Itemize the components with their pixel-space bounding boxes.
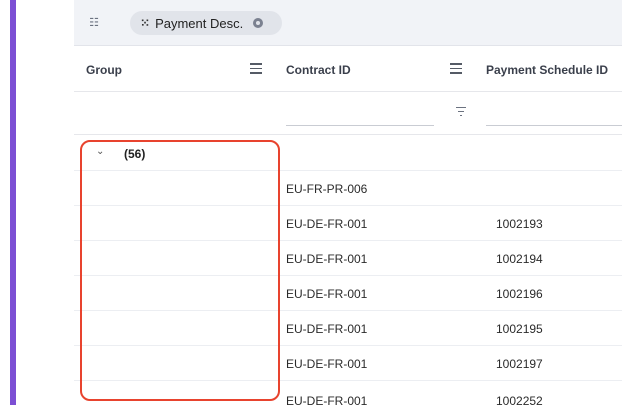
header-payment-schedule-id[interactable]: Payment Schedule ID bbox=[486, 47, 608, 92]
table-row[interactable]: EU-DE-FR-001 1002194 bbox=[74, 241, 622, 276]
table-row[interactable]: EU-DE-FR-001 1002196 bbox=[74, 276, 622, 311]
contract-id-cell: EU-DE-FR-001 bbox=[286, 356, 368, 371]
payment-schedule-id-cell: 1002197 bbox=[496, 356, 543, 371]
drag-grip-icon[interactable]: ⁙ bbox=[140, 16, 150, 30]
payment-schedule-id-cell: 1002194 bbox=[496, 251, 543, 266]
column-menu-icon[interactable] bbox=[250, 63, 262, 75]
payment-schedule-id-cell: 1002252 bbox=[496, 393, 543, 405]
contract-id-cell: EU-DE-FR-001 bbox=[286, 251, 368, 266]
remove-chip-icon[interactable] bbox=[253, 18, 264, 28]
group-chip-label: Payment Desc. bbox=[155, 15, 244, 31]
contract-id-filter-input[interactable] bbox=[286, 125, 434, 126]
group-panel-icon: ☷ bbox=[89, 17, 99, 29]
contract-id-cell: EU-DE-FR-001 bbox=[286, 393, 368, 405]
payment-schedule-id-cell: 1002193 bbox=[496, 216, 543, 231]
contract-id-cell: EU-DE-FR-001 bbox=[286, 216, 368, 231]
data-grid: ☷ ⁙ Payment Desc. Group Contract ID Paym… bbox=[74, 0, 622, 405]
chevron-down-icon[interactable]: ⌄ bbox=[96, 146, 104, 157]
group-row[interactable]: ⌄ (56) bbox=[74, 136, 622, 171]
row-group-panel: ☷ ⁙ Payment Desc. bbox=[74, 0, 622, 46]
table-row[interactable]: EU-DE-FR-001 1002197 bbox=[74, 346, 622, 381]
page-margin bbox=[16, 0, 74, 405]
payment-schedule-id-cell: 1002196 bbox=[496, 286, 543, 301]
filter-icon[interactable] bbox=[456, 107, 466, 117]
table-row[interactable]: EU-DE-FR-001 1002195 bbox=[74, 311, 622, 346]
contract-id-cell: EU-DE-FR-001 bbox=[286, 286, 368, 301]
header-group[interactable]: Group bbox=[86, 47, 122, 92]
table-row[interactable]: EU-FR-PR-006 bbox=[74, 171, 622, 206]
column-header-row: Group Contract ID Payment Schedule ID bbox=[74, 47, 622, 92]
floating-filter-row bbox=[74, 92, 622, 135]
group-chip-payment-desc[interactable]: ⁙ Payment Desc. bbox=[130, 11, 282, 35]
payment-schedule-id-filter-input[interactable] bbox=[486, 125, 622, 126]
table-row[interactable]: EU-DE-FR-001 1002193 bbox=[74, 206, 622, 241]
contract-id-cell: EU-DE-FR-001 bbox=[286, 321, 368, 336]
window-edge bbox=[0, 0, 10, 405]
group-count: (56) bbox=[124, 146, 146, 161]
contract-id-cell: EU-FR-PR-006 bbox=[286, 181, 368, 196]
header-contract-id[interactable]: Contract ID bbox=[286, 47, 351, 92]
column-menu-icon[interactable] bbox=[450, 63, 462, 75]
payment-schedule-id-cell: 1002195 bbox=[496, 321, 543, 336]
table-row[interactable]: EU-DE-FR-001 1002252 bbox=[74, 381, 622, 405]
